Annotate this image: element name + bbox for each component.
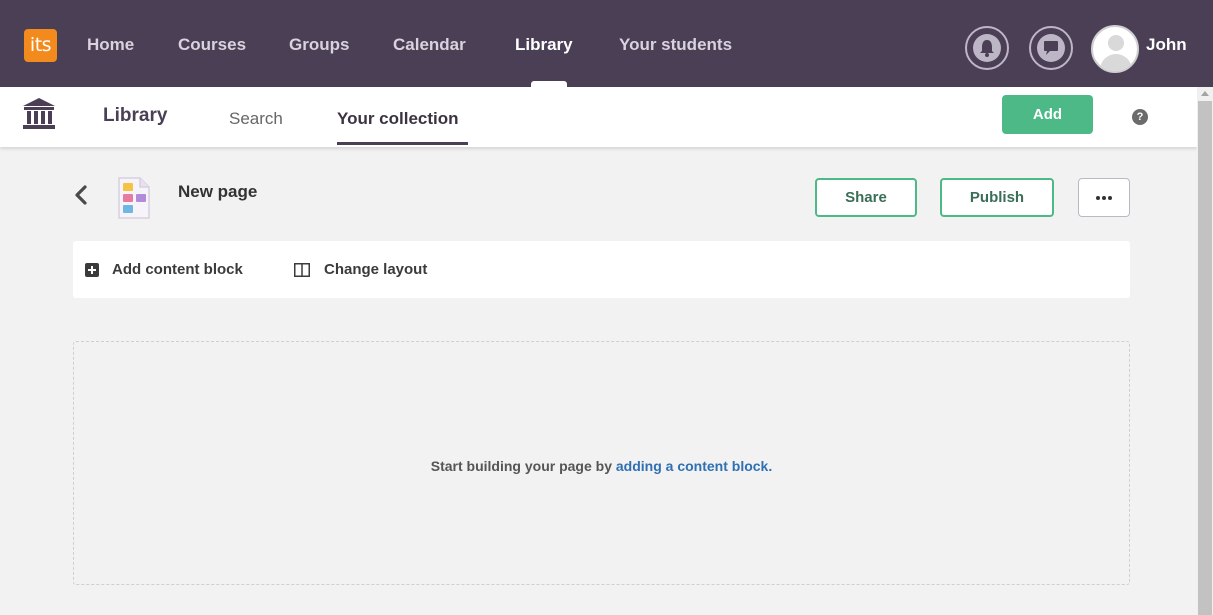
library-subnav: Library Search Your collection Add ? <box>0 87 1197 147</box>
tab-search[interactable]: Search <box>229 109 283 129</box>
page-scrollbar[interactable] <box>1197 87 1213 615</box>
publish-button[interactable]: Publish <box>940 178 1054 217</box>
nav-library[interactable]: Library <box>515 35 573 55</box>
user-avatar[interactable] <box>1091 25 1139 73</box>
content-toolbar: Add content block Change layout <box>73 241 1130 298</box>
messages-button[interactable] <box>1029 26 1073 70</box>
user-name[interactable]: John <box>1146 35 1187 55</box>
page-document-icon <box>118 177 150 219</box>
page-title[interactable]: New page <box>178 182 257 202</box>
scroll-up-arrow-icon[interactable] <box>1201 91 1209 96</box>
its-logo[interactable]: its <box>24 29 57 62</box>
nav-calendar[interactable]: Calendar <box>393 35 466 55</box>
nav-groups[interactable]: Groups <box>289 35 349 55</box>
plus-square-icon[interactable] <box>85 263 99 277</box>
empty-state-text: Start building your page by <box>430 458 616 474</box>
bell-icon <box>980 40 994 57</box>
back-chevron-icon[interactable] <box>74 184 88 206</box>
nav-courses[interactable]: Courses <box>178 35 246 55</box>
help-icon[interactable]: ? <box>1132 109 1148 125</box>
add-content-block-link[interactable]: adding a content block. <box>616 458 772 474</box>
more-options-button[interactable] <box>1078 178 1130 217</box>
tab-your-collection[interactable]: Your collection <box>337 109 459 129</box>
library-building-icon <box>23 98 55 129</box>
top-navigation: its Home Courses Groups Calendar Library… <box>0 0 1213 87</box>
scroll-thumb[interactable] <box>1198 101 1212 615</box>
add-button[interactable]: Add <box>1002 95 1093 134</box>
chat-bubble-icon <box>1044 41 1058 55</box>
empty-state-message: Start building your page by adding a con… <box>74 458 1129 474</box>
share-button[interactable]: Share <box>815 178 917 217</box>
active-tab-underline <box>337 142 468 145</box>
notifications-button[interactable] <box>965 26 1009 70</box>
library-title: Library <box>103 105 168 126</box>
change-layout-button[interactable]: Change layout <box>324 261 427 278</box>
nav-home[interactable]: Home <box>87 35 134 55</box>
nav-your-students[interactable]: Your students <box>619 35 732 55</box>
add-content-block-button[interactable]: Add content block <box>112 261 243 278</box>
columns-layout-icon[interactable] <box>294 263 310 277</box>
content-dropzone[interactable]: Start building your page by adding a con… <box>73 341 1130 585</box>
